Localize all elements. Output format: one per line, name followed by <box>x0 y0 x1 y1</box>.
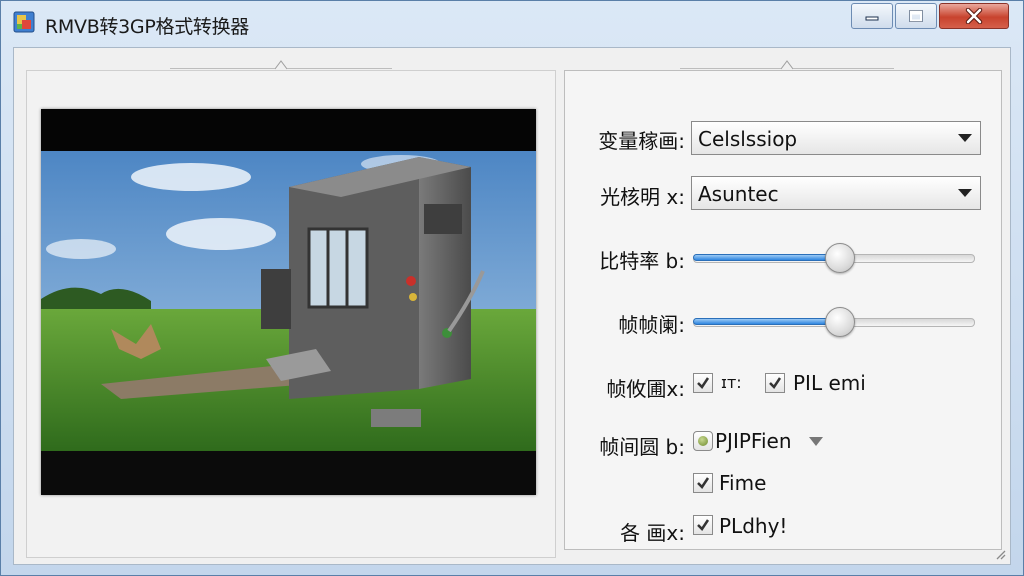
close-icon <box>965 8 983 24</box>
minimize-button[interactable] <box>851 3 893 29</box>
right-tab-notch <box>781 60 793 70</box>
row5-option1-text: ɪᴛ: <box>721 373 742 392</box>
caption-buttons <box>849 3 1009 29</box>
row2-combo[interactable]: Asuntec <box>691 176 981 210</box>
app-icon <box>13 11 35 33</box>
row6-check-text: Fime <box>719 471 767 495</box>
row7-label: 各 画x: <box>620 521 685 545</box>
row4-slider[interactable] <box>693 307 975 337</box>
maximize-button[interactable] <box>895 3 937 29</box>
row7-checkbox[interactable] <box>693 515 713 535</box>
row6-label: 帧间圆 b: <box>599 435 685 459</box>
row5-option2-text: PIL emi <box>793 371 866 395</box>
app-window: RMVB转3GP格式转换器 变量稼画: Celslssiop 光核明 x: As… <box>0 0 1024 576</box>
row3-slider[interactable] <box>693 243 975 273</box>
dropdown-arrow-icon[interactable] <box>809 437 823 446</box>
close-button[interactable] <box>939 3 1009 29</box>
row1-label: 变量稼画: <box>598 129 685 153</box>
row5-option2-checkbox[interactable] <box>765 373 785 393</box>
video-preview[interactable] <box>41 109 536 495</box>
window-title: RMVB转3GP格式转换器 <box>45 16 249 38</box>
slider-thumb[interactable] <box>825 243 855 273</box>
row1-combo-value: Celslssiop <box>698 127 798 151</box>
maximize-icon <box>909 10 923 22</box>
chevron-down-icon <box>958 189 972 197</box>
row7-check-text: PLdhy! <box>719 514 788 538</box>
row5-option1-checkbox[interactable] <box>693 373 713 393</box>
client-area: 变量稼画: Celslssiop 光核明 x: Asuntec 比特率 b: 帧… <box>13 47 1011 565</box>
settings-panel: 变量稼画: Celslssiop 光核明 x: Asuntec 比特率 b: 帧… <box>564 70 1002 550</box>
slider-fill <box>693 318 840 325</box>
minimize-icon <box>865 16 879 21</box>
row6-checkbox[interactable] <box>693 473 713 493</box>
row4-label: 帧帧阑: <box>618 313 685 337</box>
preview-image <box>41 109 536 495</box>
checkmark-icon <box>697 477 710 489</box>
radio-dot-icon <box>698 436 708 446</box>
checkmark-icon <box>769 377 782 389</box>
row2-combo-value: Asuntec <box>698 182 779 206</box>
checkmark-icon <box>697 377 710 389</box>
slider-thumb[interactable] <box>825 307 855 337</box>
checkmark-icon <box>697 519 710 531</box>
row6-radio[interactable] <box>693 431 713 451</box>
row6-radio-text: PJIPFien <box>715 429 792 453</box>
chevron-down-icon <box>958 134 972 142</box>
row3-label: 比特率 b: <box>599 249 685 273</box>
row2-label: 光核明 x: <box>600 185 685 209</box>
left-tab-notch <box>275 60 287 70</box>
row1-combo[interactable]: Celslssiop <box>691 121 981 155</box>
resize-grip-icon[interactable] <box>994 548 1006 560</box>
title-bar[interactable]: RMVB转3GP格式转换器 <box>1 1 1023 47</box>
slider-fill <box>693 254 840 261</box>
row5-label: 帧攸圃x: <box>606 377 685 401</box>
